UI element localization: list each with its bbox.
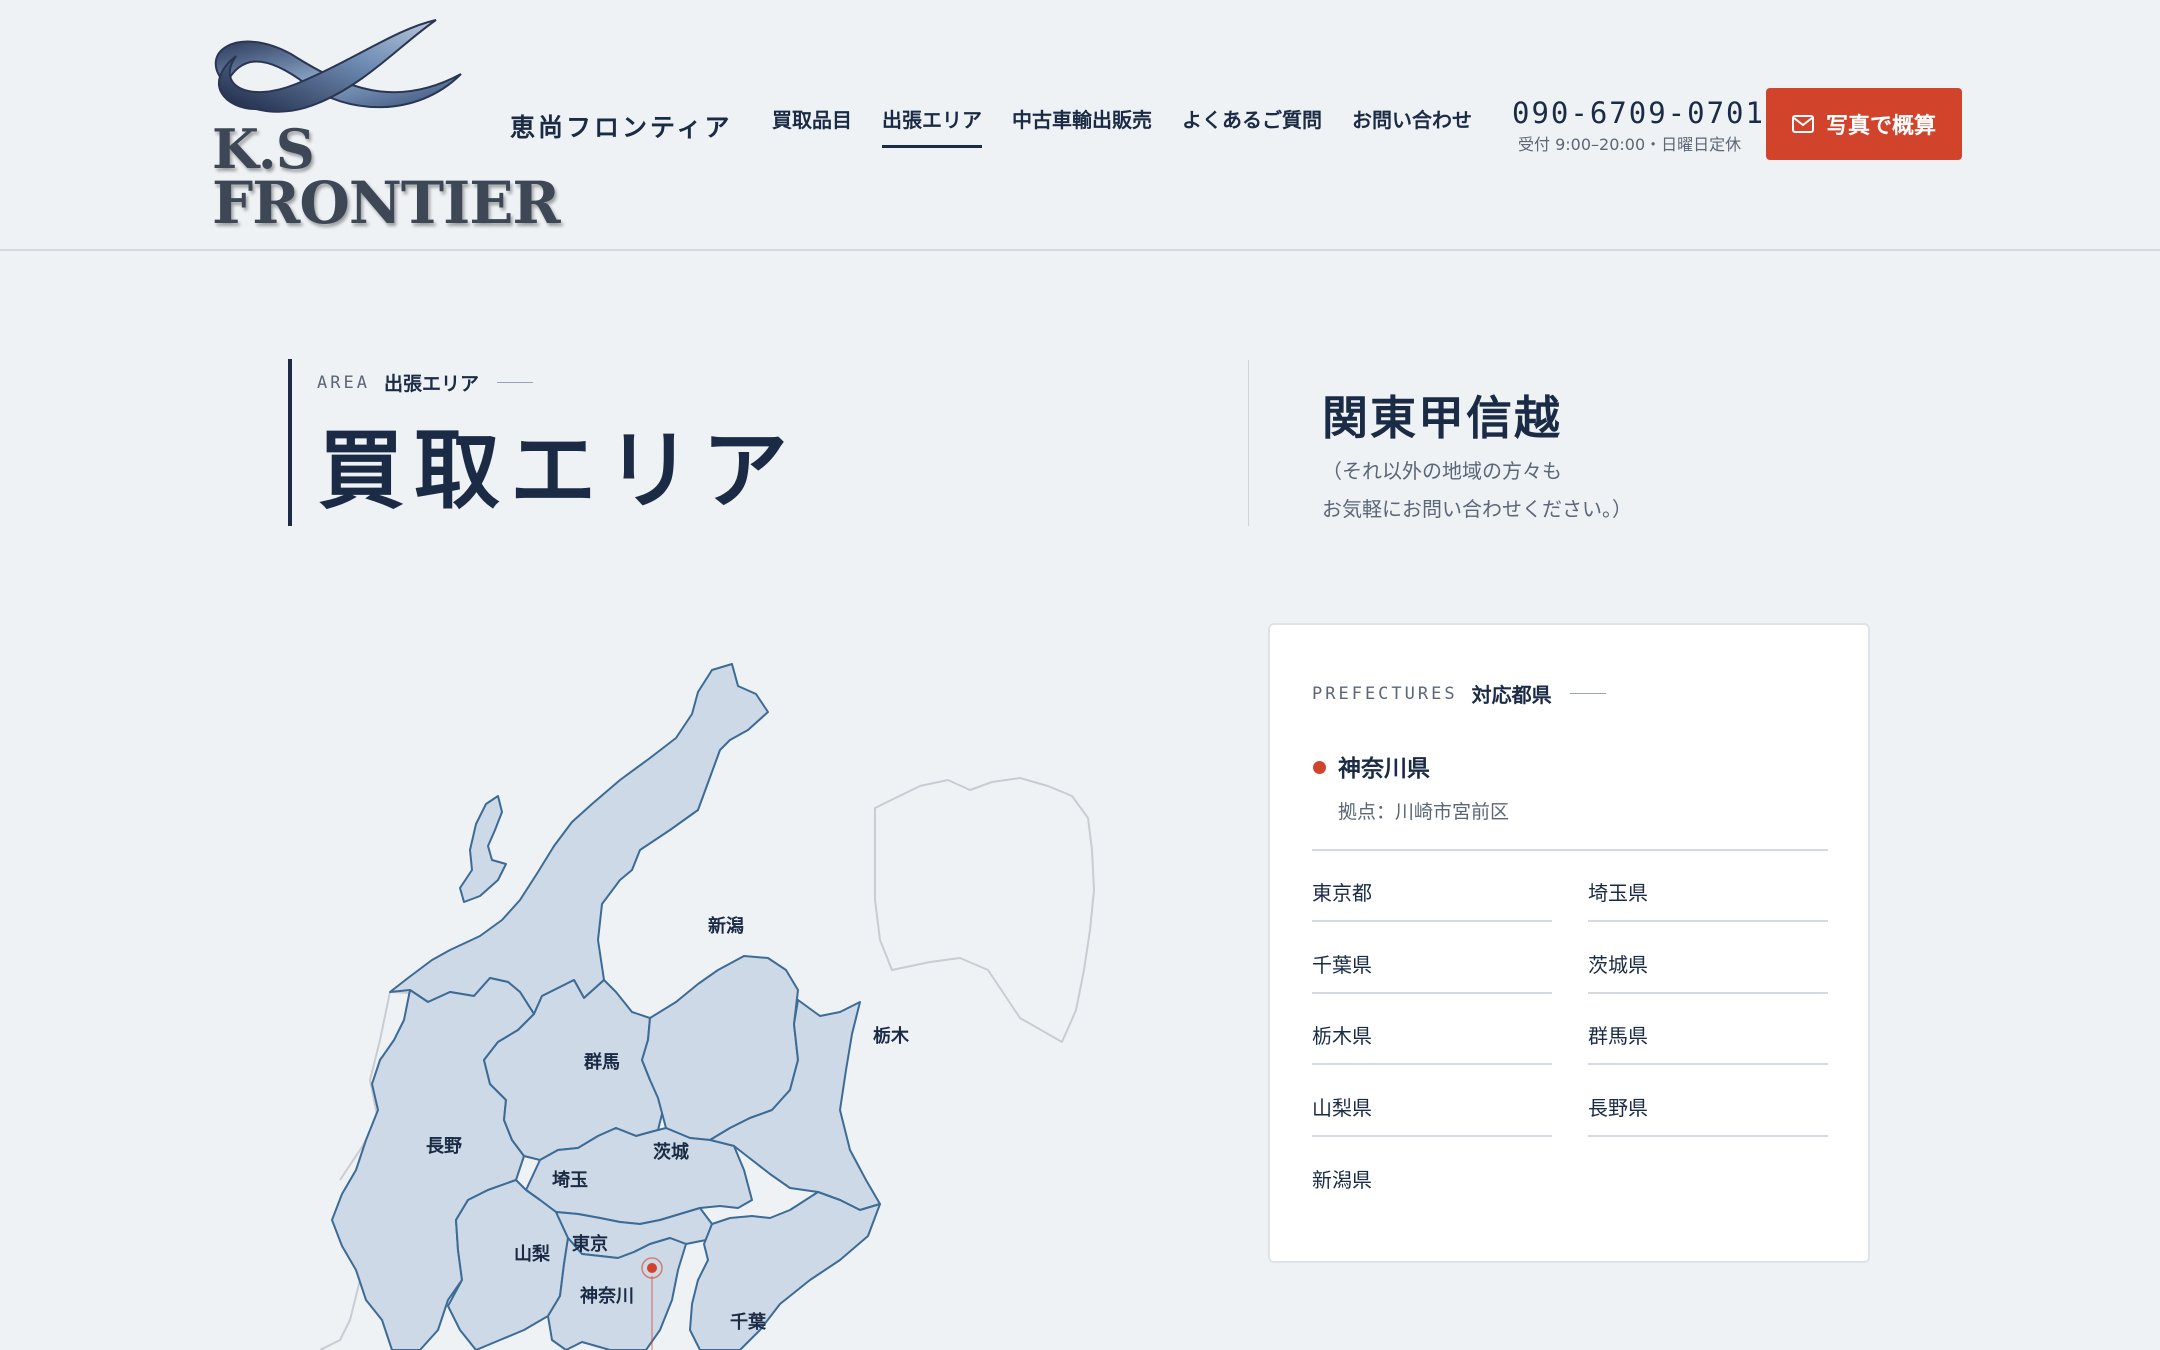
map-label-ibaraki: 茨城 <box>653 1141 689 1163</box>
brand-name[interactable]: 恵尚フロンティア <box>510 108 733 144</box>
region-heading: 関東甲信越 <box>1322 391 1562 445</box>
hero-eyebrow: AREA 出張エリア <box>317 369 533 396</box>
prefecture-item-tokyo: 東京都 <box>1312 851 1552 922</box>
business-hours: 受付 9:00–20:00・日曜日定休 <box>1518 135 1742 154</box>
hero-accent-bar <box>288 359 292 526</box>
prefecture-item-niigata: 新潟県 <box>1312 1168 1372 1192</box>
prefecture-item-chiba: 千葉県 <box>1312 923 1552 994</box>
prefecture-item-tochigi: 栃木県 <box>1312 994 1552 1065</box>
phone-number[interactable]: 090-6709-0701 <box>1512 96 1765 130</box>
base-marker-dot[interactable] <box>647 1263 657 1273</box>
map-label-gunma: 群馬 <box>584 1051 620 1073</box>
prefecture-item-nagano: 長野県 <box>1588 1066 1828 1137</box>
map-sado-island[interactable] <box>459 795 507 903</box>
main-nav: 買取品目 出張エリア 中古車輸出販売 よくあるご質問 お問い合わせ <box>772 104 1502 148</box>
map-label-tokyo: 東京 <box>572 1233 608 1255</box>
eyebrow-rule <box>496 382 533 383</box>
map-label-nagano: 長野 <box>426 1136 462 1157</box>
region-note-line1: （それ以外の地域の方々も <box>1322 459 1562 483</box>
hero-eyebrow-jp: 出張エリア <box>383 373 479 395</box>
base-location: 拠点：川崎市宮前区 <box>1338 801 1510 823</box>
prefecture-item-saitama: 埼玉県 <box>1588 851 1828 922</box>
site-header: K.S FRONTIER 恵尚フロンティア 買取品目 出張エリア 中古車輸出販売… <box>0 0 2160 251</box>
nav-item-products[interactable]: 買取品目 <box>772 104 852 148</box>
map-label-kanagawa: 神奈川 <box>580 1285 634 1307</box>
photo-estimate-button[interactable]: 写真で概算 <box>1766 88 1962 160</box>
map-label-niigata: 新潟 <box>708 915 744 937</box>
nav-item-car-export[interactable]: 中古車輸出販売 <box>1012 104 1152 148</box>
region-note: （それ以外の地域の方々も お気軽にお問い合わせください。） <box>1322 452 1632 528</box>
prefecture-item-ibaraki: 茨城県 <box>1588 923 1828 994</box>
region-note-line2: お気軽にお問い合わせください。） <box>1322 497 1632 521</box>
hero-eyebrow-en: AREA <box>317 372 370 393</box>
page-title: 買取エリア <box>318 421 798 521</box>
nav-item-faq[interactable]: よくあるご質問 <box>1182 104 1322 148</box>
photo-estimate-label: 写真で概算 <box>1825 114 1936 139</box>
map-prefecture-chiba[interactable] <box>689 1191 881 1350</box>
base-dot-icon <box>1313 761 1326 774</box>
map-label-saitama: 埼玉 <box>552 1169 588 1191</box>
nav-item-area[interactable]: 出張エリア <box>882 104 982 148</box>
card-eyebrow: PREFECTURES 対応都県 <box>1312 679 1606 708</box>
card-eyebrow-jp: 対応都県 <box>1471 683 1552 707</box>
logo-frontier-text: FRONTIER <box>212 169 561 237</box>
map-label-yamanashi: 山梨 <box>514 1243 550 1265</box>
base-prefecture: 神奈川県 <box>1338 756 1430 782</box>
card-eyebrow-en: PREFECTURES <box>1312 683 1458 704</box>
logo-ks-text: K.S <box>212 117 315 181</box>
site-logo[interactable]: K.S FRONTIER <box>196 14 561 236</box>
map-outline-tohoku <box>874 777 1095 1043</box>
map-label-chiba: 千葉 <box>730 1312 767 1333</box>
prefectures-card: PREFECTURES 対応都県 神奈川県 拠点：川崎市宮前区 東京都 埼玉県 … <box>1268 623 1870 1263</box>
card-eyebrow-rule <box>1569 693 1606 694</box>
prefecture-item-gunma: 群馬県 <box>1588 994 1828 1065</box>
map-prefecture-niigata[interactable] <box>389 663 769 1015</box>
hero-divider <box>1248 360 1249 526</box>
service-area-map: 新潟 群馬 栃木 長野 茨城 埼玉 山梨 東京 神奈川 千葉 <box>320 663 1095 1350</box>
map-label-tochigi: 栃木 <box>873 1025 910 1047</box>
prefecture-item-yamanashi: 山梨県 <box>1312 1066 1552 1137</box>
nav-item-contact[interactable]: お問い合わせ <box>1352 104 1472 148</box>
mail-icon <box>1791 115 1814 133</box>
